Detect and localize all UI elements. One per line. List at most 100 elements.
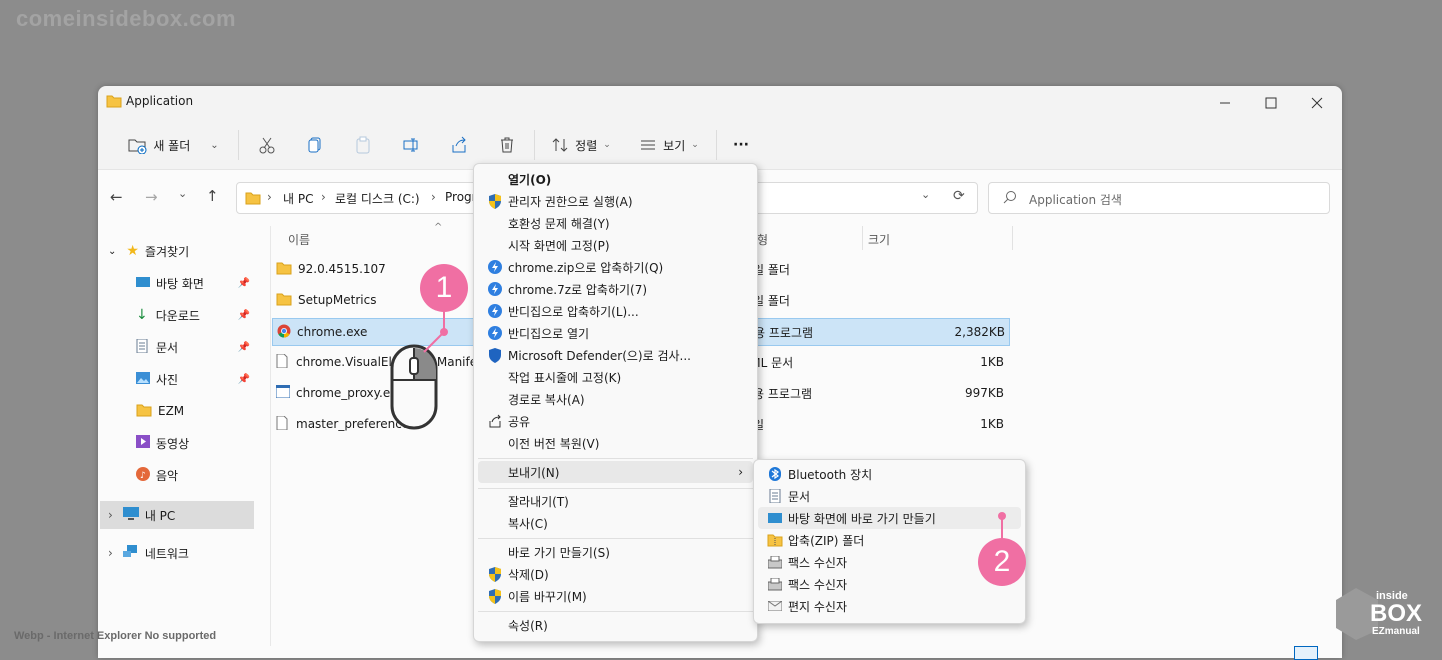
menu-separator	[478, 611, 753, 612]
pane-divider	[270, 226, 271, 646]
menu-item-restore-versions[interactable]: 이전 버전 복원(V)	[474, 432, 757, 454]
menu-item-7z[interactable]: chrome.7z로 압축하기(7)	[474, 278, 757, 300]
menu-item-cut[interactable]: 잘라내기(T)	[474, 490, 757, 512]
search-box[interactable]: Application 검색	[988, 182, 1330, 214]
bandizip-icon	[482, 304, 508, 318]
document-icon	[276, 415, 288, 433]
menu-item-troubleshoot[interactable]: 호환성 문제 해결(Y)	[474, 212, 757, 234]
delete-button[interactable]	[492, 130, 522, 160]
breadcrumb-this-pc[interactable]: 내 PC	[283, 190, 313, 207]
submenu-item-bluetooth[interactable]: Bluetooth 장치	[754, 463, 1025, 485]
footer-note: Webp - Internet Explorer No supported	[14, 630, 217, 642]
menu-item-zip[interactable]: chrome.zip으로 압축하기(Q)	[474, 256, 757, 278]
pin-icon[interactable]: 📌	[238, 342, 250, 353]
sidebar-quick-access[interactable]: ⌄ ★ 즐겨찾기	[98, 238, 256, 264]
menu-item-delete[interactable]: 삭제(D)	[474, 563, 757, 585]
menu-item-pin-start[interactable]: 시작 화면에 고정(P)	[474, 234, 757, 256]
sidebar-label: 음악	[156, 468, 179, 483]
bluetooth-icon	[762, 467, 788, 481]
menu-item-bandizip-compress[interactable]: 반디집으로 압축하기(L)...	[474, 300, 757, 322]
menu-item-pin-taskbar[interactable]: 작업 표시줄에 고정(K)	[474, 366, 757, 388]
column-header-size[interactable]: 크기	[868, 228, 1008, 250]
mail-icon	[762, 601, 788, 611]
send-to-submenu: Bluetooth 장치 문서 바탕 화면에 바로 가기 만들기 압축(ZIP)…	[753, 459, 1026, 624]
sort-button[interactable]: 정렬 ⌄	[546, 130, 616, 160]
breadcrumb-program-files[interactable]: Progr	[445, 190, 477, 204]
sidebar-item-desktop[interactable]: 바탕 화면 📌	[98, 270, 256, 296]
sidebar-item-this-pc[interactable]: › 내 PC	[100, 501, 254, 529]
share-button[interactable]	[444, 130, 474, 160]
document-icon	[136, 338, 148, 356]
minimize-button[interactable]	[1202, 90, 1248, 116]
chevron-down-icon: ⌄	[210, 139, 219, 151]
menu-item-send-to[interactable]: 보내기(N) ›	[478, 461, 753, 483]
sidebar-item-documents[interactable]: 문서 📌	[98, 334, 256, 360]
address-dropdown-icon[interactable]: ⌄	[921, 188, 930, 201]
star-icon: ★	[126, 243, 139, 259]
refresh-icon[interactable]: ⟳	[953, 188, 965, 204]
column-header-name[interactable]: 이름	[288, 228, 458, 250]
rename-button[interactable]	[396, 130, 426, 160]
video-icon	[136, 435, 150, 451]
uac-shield-icon	[482, 566, 508, 582]
submenu-item-desktop-shortcut[interactable]: 바탕 화면에 바로 가기 만들기	[758, 507, 1021, 529]
new-folder-button[interactable]: 새 폴더 ⌄	[120, 130, 226, 160]
logo-text: EZmanual	[1372, 626, 1420, 637]
paste-button[interactable]	[348, 130, 378, 160]
uac-shield-icon	[482, 193, 508, 209]
pin-icon[interactable]: 📌	[238, 374, 250, 385]
pin-icon[interactable]: 📌	[238, 278, 250, 289]
title-bar: Application	[98, 86, 1342, 118]
close-button[interactable]	[1294, 90, 1340, 116]
sort-ascending-icon: ^	[434, 222, 443, 233]
sidebar-item-music[interactable]: ♪ 음악	[98, 462, 256, 488]
menu-item-open[interactable]: 열기(O)	[474, 168, 757, 190]
menu-item-copy-as-path[interactable]: 경로로 복사(A)	[474, 388, 757, 410]
up-arrow-icon[interactable]: ↑	[206, 187, 219, 205]
folder-icon	[106, 94, 122, 111]
pin-icon[interactable]: 📌	[238, 310, 250, 321]
desktop-icon	[136, 276, 150, 291]
trash-icon	[501, 137, 513, 153]
sidebar-item-downloads[interactable]: ↓ 다운로드 📌	[98, 302, 256, 328]
cut-button[interactable]	[252, 130, 282, 160]
chevron-right-icon: ›	[738, 465, 743, 479]
submenu-item-documents[interactable]: 문서	[754, 485, 1025, 507]
submenu-item-mail[interactable]: 편지 수신자	[754, 595, 1025, 617]
column-header-type[interactable]: 유형	[746, 228, 856, 250]
toolbar-separator	[716, 130, 717, 160]
menu-item-rename[interactable]: 이름 바꾸기(M)	[474, 585, 757, 607]
sidebar-item-videos[interactable]: 동영상	[98, 430, 256, 456]
paste-icon	[356, 136, 370, 154]
copy-button[interactable]	[300, 130, 330, 160]
sidebar-item-ezm[interactable]: EZM	[98, 398, 256, 424]
more-options-button[interactable]: ···	[726, 130, 756, 160]
sidebar-label: 사진	[156, 372, 179, 387]
sidebar-item-network[interactable]: › 네트워크	[98, 540, 256, 566]
sidebar-item-pictures[interactable]: 사진 📌	[98, 366, 256, 392]
menu-item-create-shortcut[interactable]: 바로 가기 만들기(S)	[474, 541, 757, 563]
application-icon	[275, 384, 291, 401]
sort-icon	[552, 138, 568, 152]
site-watermark: comeinsidebox.com	[16, 6, 237, 31]
menu-item-defender-scan[interactable]: Microsoft Defender(으)로 검사...	[474, 344, 757, 366]
menu-item-share[interactable]: 공유	[474, 410, 757, 432]
pictures-icon	[136, 371, 150, 387]
forward-arrow-icon[interactable]: →	[145, 188, 158, 206]
view-button[interactable]: 보기 ⌄	[634, 130, 704, 160]
menu-item-properties[interactable]: 속성(R)	[474, 614, 757, 636]
menu-item-run-as-admin[interactable]: 관리자 권한으로 실행(A)	[474, 190, 757, 212]
fax-icon	[762, 577, 788, 591]
maximize-button[interactable]	[1248, 90, 1294, 116]
back-arrow-icon[interactable]: ←	[110, 188, 123, 206]
breadcrumb-local-disk[interactable]: 로컬 디스크 (C:)	[335, 190, 420, 207]
step-badge-1: 1	[420, 264, 468, 312]
column-divider	[862, 226, 863, 250]
document-icon	[276, 353, 288, 371]
context-menu: 열기(O) 관리자 권한으로 실행(A) 호환성 문제 해결(Y) 시작 화면에…	[473, 163, 758, 642]
menu-item-bandizip-open[interactable]: 반디집으로 열기	[474, 322, 757, 344]
recent-locations-icon[interactable]: ⌄	[178, 187, 187, 200]
menu-item-copy[interactable]: 복사(C)	[474, 512, 757, 534]
fax-icon	[762, 555, 788, 569]
column-divider	[1012, 226, 1013, 250]
